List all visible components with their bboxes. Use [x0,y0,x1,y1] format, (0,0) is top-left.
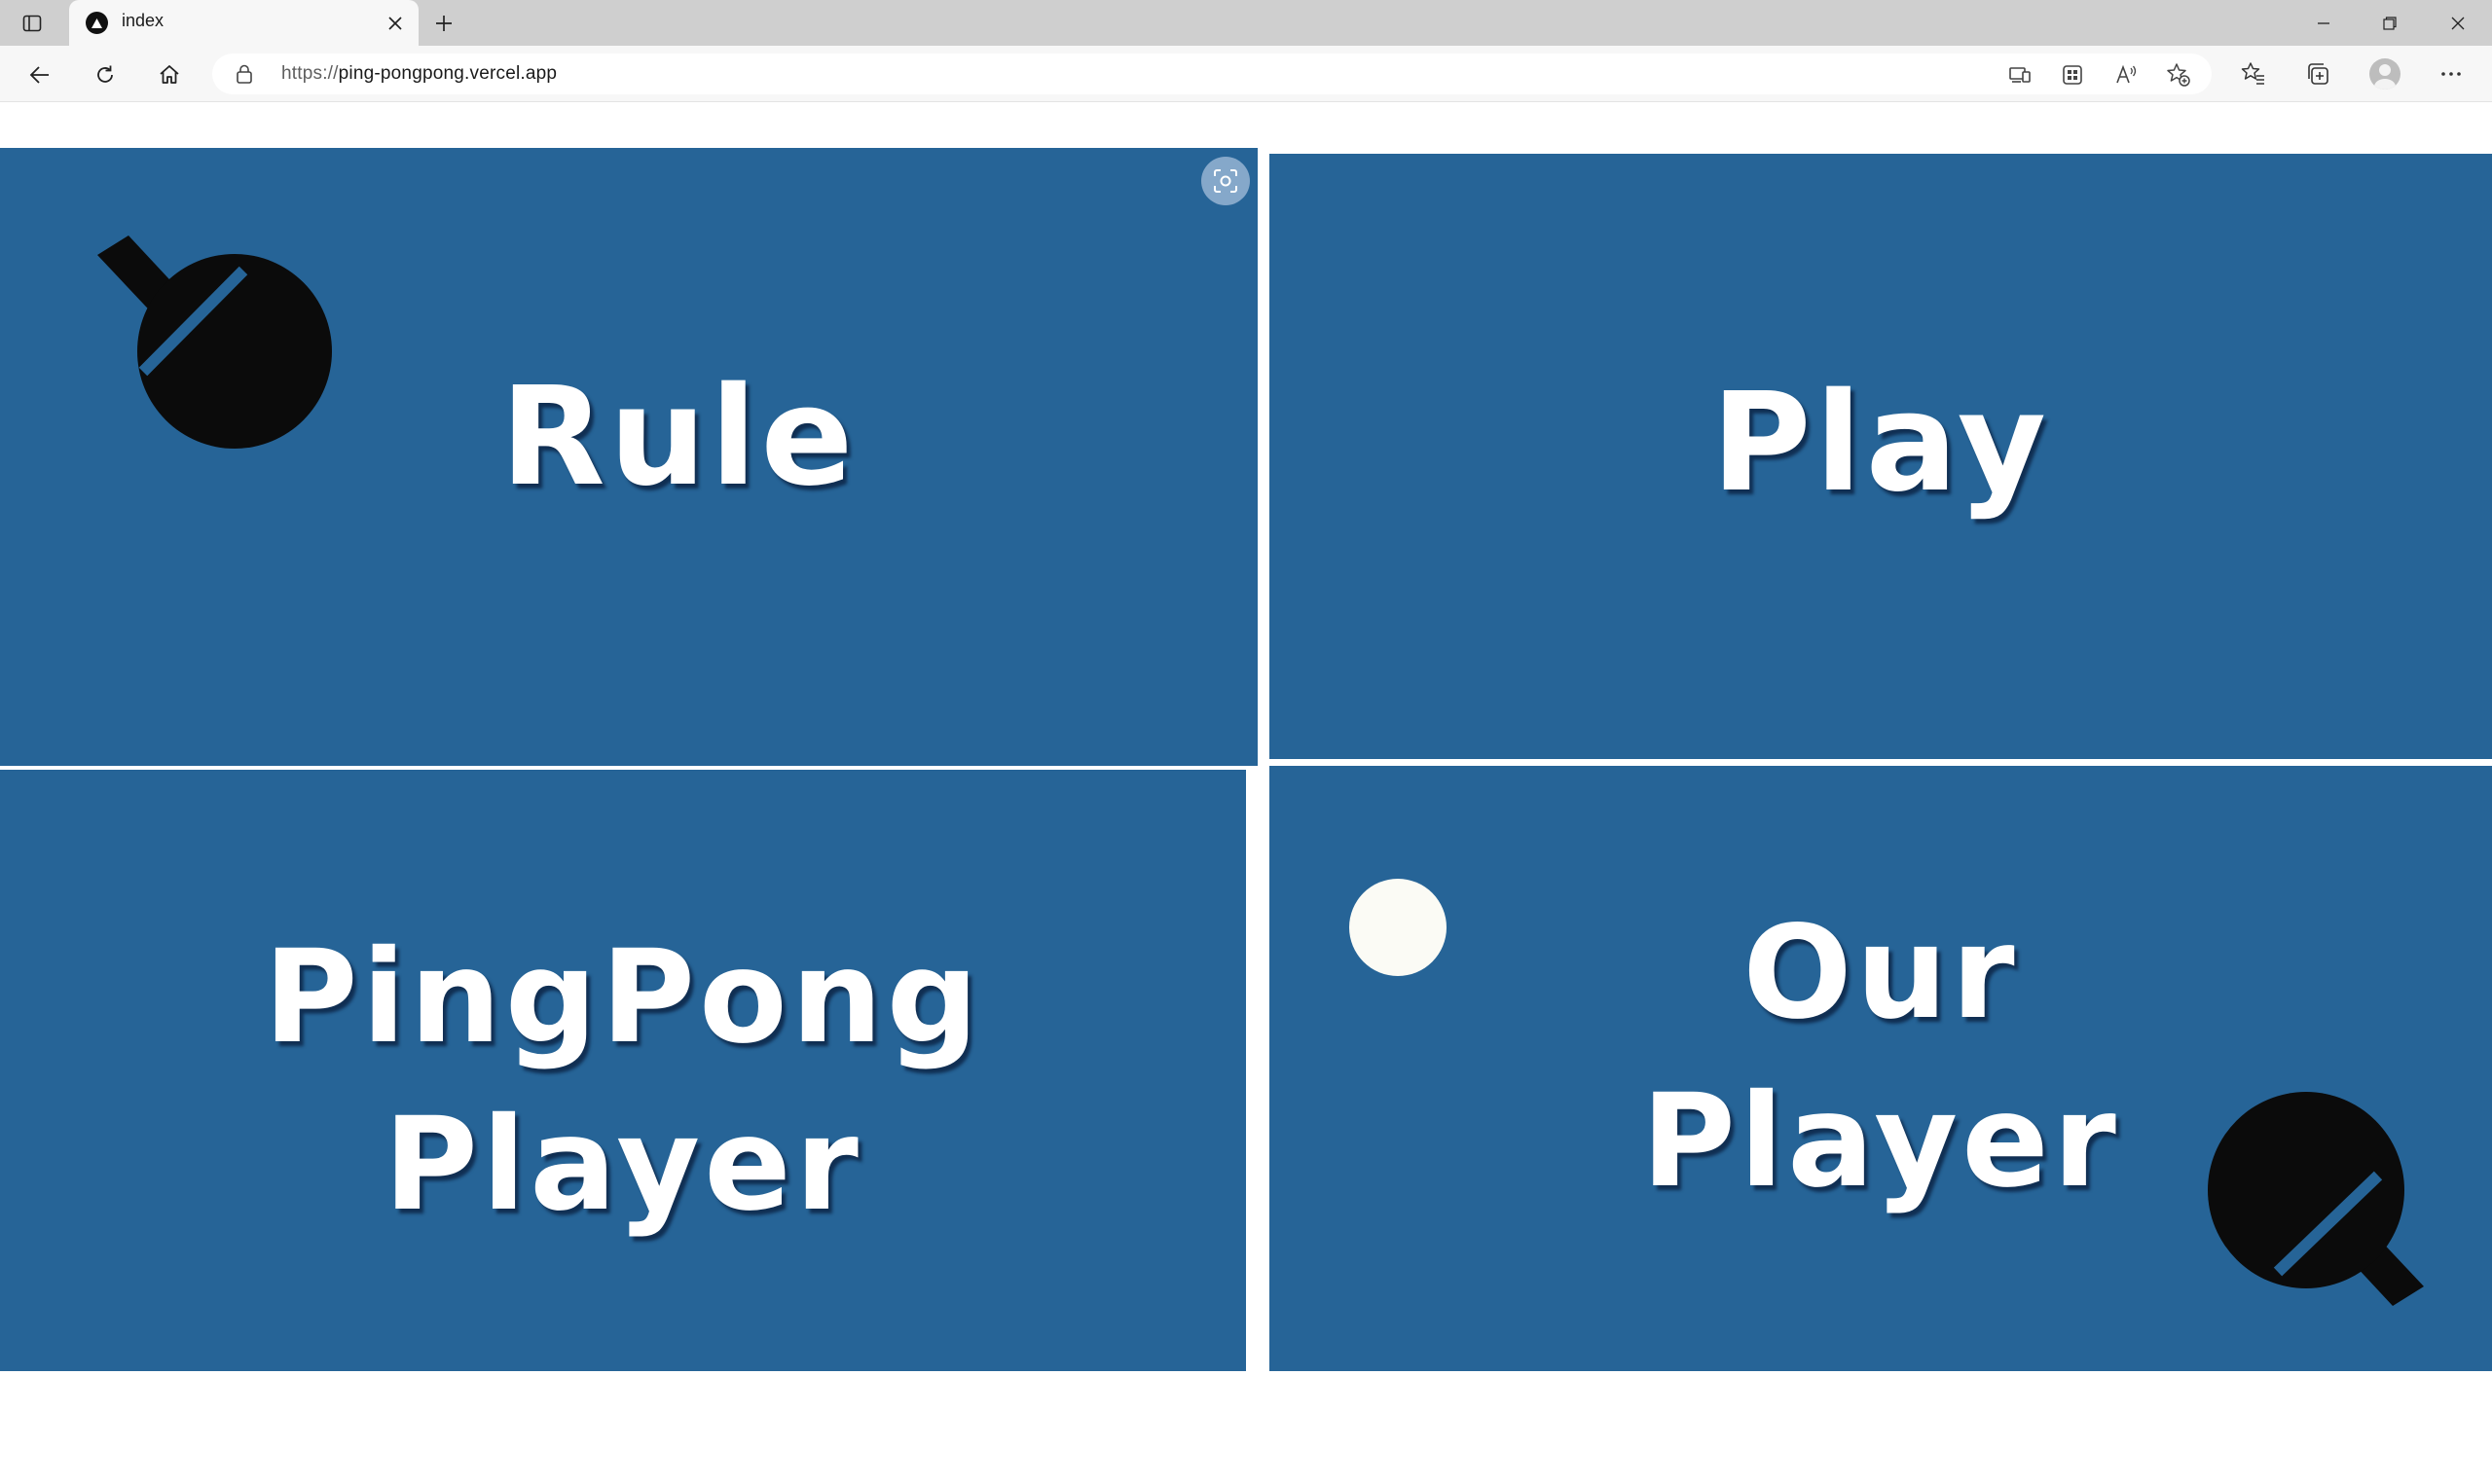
more-options-icon[interactable] [2436,58,2467,90]
tab-title: index [122,11,165,30]
collections-icon[interactable] [2302,58,2333,90]
app-available-icon[interactable] [2006,61,2034,89]
close-tab-icon[interactable] [383,11,408,36]
minimize-icon[interactable] [2291,0,2356,46]
read-aloud-icon[interactable] [2112,61,2140,89]
our-player-panel[interactable]: Our Player [1269,766,2492,1371]
refresh-icon[interactable] [90,59,121,90]
restore-icon[interactable] [2358,0,2422,46]
play-label: Play [1710,364,2051,523]
tab-actions-icon[interactable] [19,11,45,36]
rule-label: Rule [500,358,858,517]
ping-pong-paddle-icon [2208,1092,2424,1306]
browser-toolbar: https://ping-pongpong.vercel.app [0,46,2492,102]
our-label: Our [1742,898,2019,1048]
rule-panel[interactable]: Rule [0,148,1258,766]
ping-pong-paddle-icon [97,235,332,449]
back-icon[interactable] [24,59,55,90]
url-text[interactable]: https://ping-pongpong.vercel.app [281,63,557,85]
profile-avatar[interactable] [2369,58,2400,90]
new-tab-icon[interactable] [430,10,458,37]
pingpong-player-panel[interactable]: PingPong Player [0,770,1246,1371]
favorites-icon[interactable] [2238,58,2269,90]
visual-search-icon[interactable] [1201,157,1250,205]
browser-tab[interactable]: index [69,0,419,46]
close-window-icon[interactable] [2426,0,2490,46]
player-label: Player [384,1090,862,1240]
url-host: ping-pongpong.vercel.app [338,63,558,84]
add-favorite-icon[interactable] [2165,61,2192,89]
lock-icon[interactable] [236,64,253,88]
vercel-icon [86,12,108,34]
url-scheme: https:// [281,63,339,84]
apps-grid-icon[interactable] [2059,61,2086,89]
tab-strip: index [0,0,2492,46]
address-bar[interactable]: https://ping-pongpong.vercel.app [212,54,2212,94]
pingpong-label: PingPong [263,923,983,1072]
home-icon[interactable] [154,59,185,90]
play-panel[interactable]: Play [1269,154,2492,759]
